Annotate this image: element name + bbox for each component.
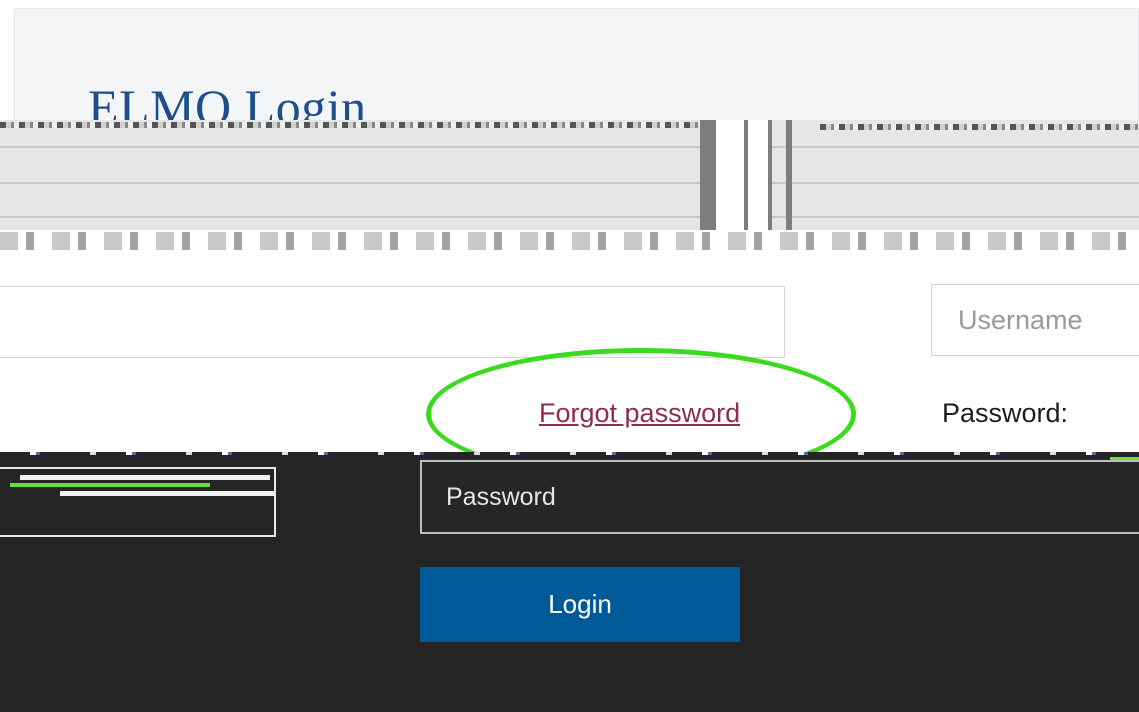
noise-artifact [10, 483, 210, 487]
login-form: Forgot password Password: [0, 250, 1139, 480]
noise-artifact [60, 491, 275, 496]
divider [768, 120, 772, 230]
noise-artifact [820, 124, 1139, 130]
divider [0, 216, 1139, 218]
divider [0, 182, 1139, 184]
divider [748, 120, 768, 230]
username-input[interactable] [931, 284, 1139, 356]
divider [0, 146, 1139, 148]
noise-artifact [0, 232, 1139, 250]
password-input[interactable] [420, 460, 1139, 534]
divider [786, 120, 792, 230]
left-field [0, 286, 785, 358]
password-section: Login [0, 455, 1139, 712]
glitch-banner [0, 120, 1139, 230]
divider [716, 120, 744, 230]
noise-artifact [0, 122, 700, 128]
password-label: Password: [942, 398, 1069, 428]
forgot-password-link[interactable]: Forgot password [539, 398, 740, 429]
divider [700, 120, 716, 230]
login-button[interactable]: Login [420, 567, 740, 642]
noise-artifact [20, 475, 270, 480]
